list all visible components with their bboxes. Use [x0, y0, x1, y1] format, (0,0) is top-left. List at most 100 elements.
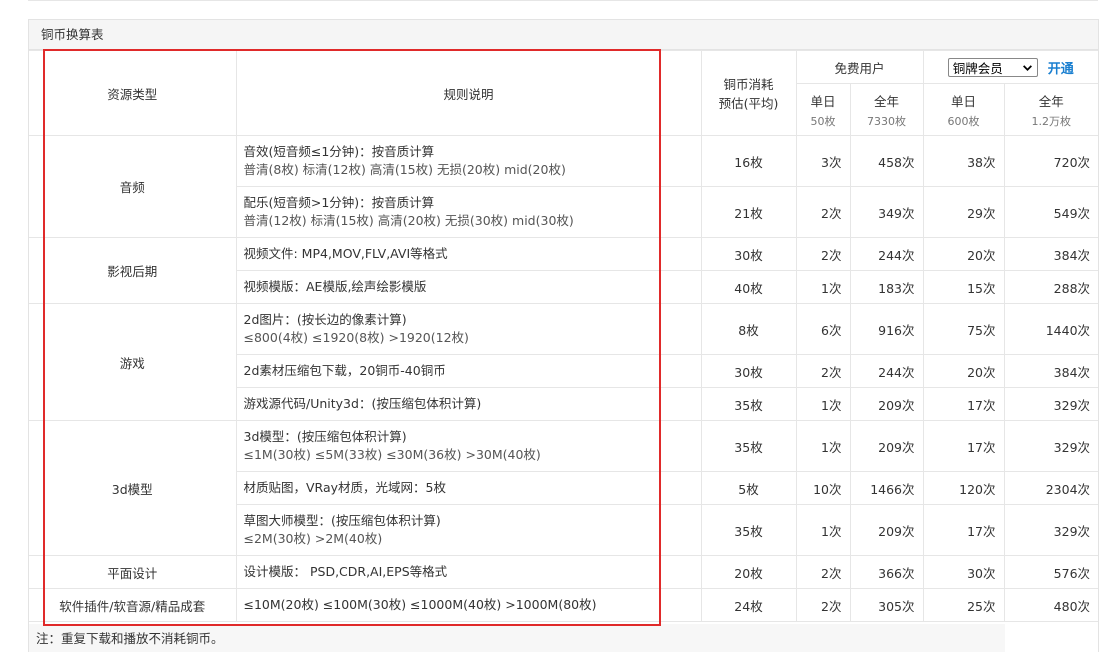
rule-line2: ≤800(4枚) ≤1920(8枚) >1920(12枚): [243, 330, 469, 345]
cost-cell: 8枚: [700, 303, 797, 355]
cost-cell: 16枚: [700, 135, 797, 187]
table-row: 3d模型 3d模型：(按压缩包体积计算) ≤1M(30枚) ≤5M(33枚) ≤3…: [29, 420, 1099, 556]
cost-cell: 20枚: [700, 555, 797, 589]
rule-cell: 视频模版：AE模版,绘声绘影模版: [236, 270, 702, 304]
open-membership-link[interactable]: 开通: [1048, 58, 1074, 77]
header-cost: 铜币消耗 预估(平均): [700, 50, 797, 136]
free-yearly-cell: 183次: [849, 270, 924, 304]
rule-cell: 材质贴图，VRay材质，光域网：5枚: [236, 471, 702, 505]
free-daily-cell: 2次: [795, 555, 851, 589]
member-daily-cell: 15次: [922, 270, 1005, 304]
rule-cell: 2d图片：(按长边的像素计算) ≤800(4枚) ≤1920(8枚) >1920(…: [235, 303, 702, 355]
header-free-yearly-sub: 7330枚: [867, 114, 906, 128]
group-name: 软件插件/软音源/精品成套: [29, 588, 237, 622]
rule-cell: 草图大师模型：(按压缩包体积计算) ≤2M(30枚) >2M(40枚): [236, 504, 702, 556]
member-daily-cell: 120次: [922, 471, 1005, 505]
header-free-daily-label: 单日: [810, 93, 836, 109]
group-name: 平面设计: [29, 555, 237, 589]
member-daily-cell: 25次: [922, 588, 1005, 622]
member-yearly-cell: 329次: [1003, 504, 1099, 556]
free-yearly-cell: 305次: [849, 588, 924, 622]
top-divider: [28, 0, 1098, 1]
footer-note: 注：重复下载和播放不消耗铜币。: [29, 624, 1005, 652]
rule-line1: 设计模版： PSD,CDR,AI,EPS等格式: [243, 564, 448, 579]
rule-cell: 游戏源代码/Unity3d：(按压缩包体积计算): [236, 387, 702, 421]
header-member-yearly: 全年 1.2万枚: [1003, 83, 1099, 136]
member-daily-cell: 20次: [922, 354, 1005, 388]
header-rule: 规则说明: [235, 50, 702, 136]
rule-line2: 普清(12枚) 标清(15枚) 高清(20枚) 无损(30枚) mid(30枚): [243, 213, 574, 228]
chevron-down-icon: [1022, 64, 1032, 71]
free-daily-cell: 6次: [795, 303, 851, 355]
cost-cell: 21枚: [700, 186, 797, 238]
member-level-select[interactable]: 铜牌会员: [947, 57, 1038, 77]
free-yearly-cell: 1466次: [849, 471, 924, 505]
rule-line1: 视频文件: MP4,MOV,FLV,AVI等格式: [243, 246, 448, 261]
member-yearly-cell: 384次: [1003, 237, 1099, 271]
member-yearly-cell: 480次: [1003, 588, 1099, 622]
conversion-table: 资源类型 规则说明 铜币消耗 预估(平均) 免费用户 铜牌会员 开通 单日 50…: [29, 50, 1099, 622]
member-yearly-cell: 2304次: [1003, 471, 1099, 505]
rule-line2: 普清(8枚) 标清(12枚) 高清(15枚) 无损(20枚) mid(20枚): [243, 162, 566, 177]
rule-line1: 3d模型：(按压缩包体积计算): [243, 429, 407, 444]
free-yearly-cell: 366次: [849, 555, 924, 589]
cost-cell: 24枚: [700, 588, 797, 622]
member-yearly-cell: 576次: [1003, 555, 1099, 589]
member-daily-cell: 29次: [922, 186, 1005, 238]
header-free-user: 免费用户: [795, 50, 924, 84]
rule-line1: 2d图片：(按长边的像素计算): [243, 312, 407, 327]
rule-line1: 音效(短音频≤1分钟)：按音质计算: [243, 144, 435, 159]
member-daily-cell: 75次: [922, 303, 1005, 355]
group-name: 音频: [29, 135, 237, 238]
header-member-daily-sub: 600枚: [947, 114, 980, 128]
free-daily-cell: 2次: [795, 354, 851, 388]
member-yearly-cell: 1440次: [1003, 303, 1099, 355]
rule-cell: 3d模型：(按压缩包体积计算) ≤1M(30枚) ≤5M(33枚) ≤30M(36…: [235, 420, 702, 472]
member-yearly-cell: 288次: [1003, 270, 1099, 304]
header-cost-line2: 预估(平均): [718, 96, 779, 111]
member-daily-cell: 20次: [922, 237, 1005, 271]
member-yearly-cell: 329次: [1003, 387, 1099, 421]
rule-line2: ≤1M(30枚) ≤5M(33枚) ≤30M(36枚) >30M(40枚): [243, 447, 541, 462]
rule-line1: 配乐(短音频>1分钟)：按音质计算: [243, 195, 435, 210]
rule-cell: 配乐(短音频>1分钟)：按音质计算普清(12枚) 标清(15枚) 高清(20枚)…: [236, 186, 702, 238]
header-free-yearly-label: 全年: [874, 93, 900, 109]
member-daily-cell: 38次: [922, 135, 1005, 187]
coin-conversion-panel: 铜币换算表 资源类型 规则说明 铜币消耗 预估(平均) 免费用户 铜牌会员 开通…: [28, 19, 1099, 652]
rule-cell: 视频文件: MP4,MOV,FLV,AVI等格式: [235, 237, 702, 271]
member-yearly-cell: 720次: [1003, 135, 1099, 187]
free-yearly-cell: 244次: [849, 237, 924, 271]
free-yearly-cell: 916次: [849, 303, 924, 355]
free-yearly-cell: 209次: [849, 387, 924, 421]
header-cost-line1: 铜币消耗: [723, 77, 774, 92]
rule-line2: ≤2M(30枚) >2M(40枚): [243, 531, 383, 546]
rule-line1: 2d素材压缩包下载，20铜币-40铜币: [243, 363, 446, 378]
member-yearly-cell: 549次: [1003, 186, 1099, 238]
member-daily-cell: 30次: [922, 555, 1005, 589]
free-yearly-cell: 209次: [849, 420, 924, 472]
group-name: 3d模型: [29, 420, 237, 556]
member-yearly-cell: 384次: [1003, 354, 1099, 388]
header-free-yearly: 全年 7330枚: [849, 83, 924, 136]
member-daily-cell: 17次: [922, 504, 1005, 556]
cost-cell: 35枚: [700, 387, 797, 421]
table-row: 游戏 2d图片：(按长边的像素计算) ≤800(4枚) ≤1920(8枚) >19…: [29, 303, 1099, 421]
cost-cell: 35枚: [700, 420, 797, 472]
free-daily-cell: 1次: [795, 270, 851, 304]
free-daily-cell: 1次: [795, 420, 851, 472]
member-daily-cell: 17次: [922, 420, 1005, 472]
member-yearly-cell: 329次: [1003, 420, 1099, 472]
free-yearly-cell: 458次: [849, 135, 924, 187]
free-daily-cell: 3次: [795, 135, 851, 187]
free-yearly-cell: 244次: [849, 354, 924, 388]
panel-caption: 铜币换算表: [29, 20, 1098, 50]
rule-line1: 材质贴图，VRay材质，光域网：5枚: [243, 480, 446, 495]
cost-cell: 30枚: [700, 237, 797, 271]
free-yearly-cell: 349次: [849, 186, 924, 238]
cost-cell: 30枚: [700, 354, 797, 388]
free-daily-cell: 2次: [795, 186, 851, 238]
free-daily-cell: 10次: [795, 471, 851, 505]
rule-line1: 视频模版：AE模版,绘声绘影模版: [243, 279, 427, 294]
table-row: 音频 音效(短音频≤1分钟)：按音质计算普清(8枚) 标清(12枚) 高清(15…: [29, 135, 1099, 238]
header-resource-type: 资源类型: [29, 50, 237, 136]
